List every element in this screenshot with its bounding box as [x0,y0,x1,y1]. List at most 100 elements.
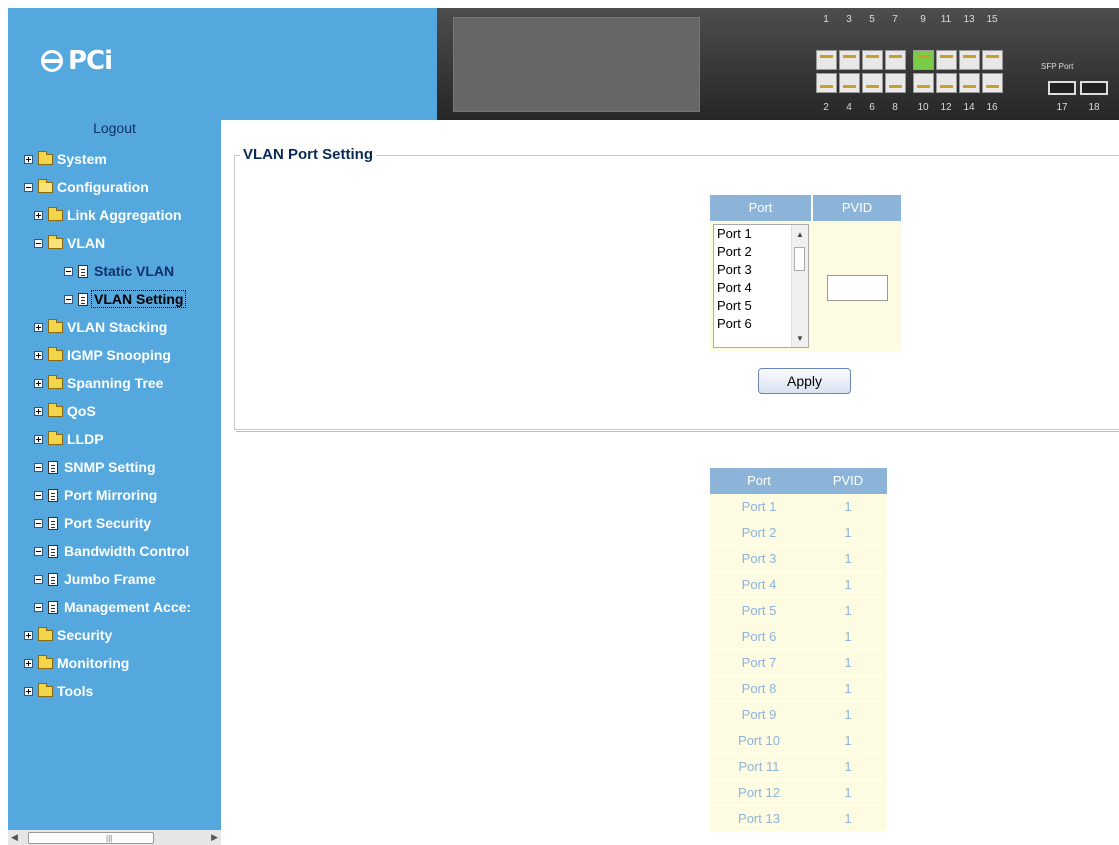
tree-item-monitoring[interactable]: Monitoring [24,652,129,674]
port-number-label: 4 [846,102,852,113]
folder-icon [48,206,63,221]
ethernet-port-icon [816,73,837,93]
tree-item-spanning-tree[interactable]: Spanning Tree [34,372,163,394]
expand-icon[interactable] [34,210,43,220]
port-led [917,55,930,58]
tree-item-qos[interactable]: QoS [34,400,96,422]
tree-item-label: System [57,151,107,167]
tree-item-configuration[interactable]: Configuration [24,176,149,198]
pvid-input[interactable] [827,275,888,301]
port-cell: Port 3 [741,551,777,566]
port-cell: Port 6 [741,629,777,644]
tree-item-system[interactable]: System [24,148,107,170]
port-cell: Port 12 [738,785,780,800]
pvid-cell: 1 [844,525,852,540]
tree-item-label: IGMP Snooping [67,347,171,363]
port-cell: Port 10 [738,733,780,748]
expand-icon[interactable] [34,350,43,360]
sfp-port-icon [1080,81,1108,95]
tree-item-label: SNMP Setting [64,459,156,475]
collapse-icon[interactable] [34,462,43,472]
sidebar-horizontal-scrollbar[interactable]: ◀ ||| ▶ [8,830,221,845]
folder-icon [38,682,53,697]
tree-item-igmp-snooping[interactable]: IGMP Snooping [34,344,171,366]
scroll-left-arrow-icon[interactable]: ◀ [11,832,18,843]
collapse-icon[interactable] [34,238,43,248]
collapse-icon[interactable] [34,602,43,612]
expand-icon[interactable] [34,322,43,332]
port-number-label: 12 [940,102,952,113]
vlan-port-setting-group [234,155,1119,430]
collapse-icon[interactable] [34,490,43,500]
port-number-label: 9 [920,14,926,25]
scroll-up-arrow-icon[interactable]: ▲ [796,230,804,239]
expand-icon[interactable] [34,378,43,388]
tree-item-jumbo-frame[interactable]: Jumbo Frame [34,568,156,590]
expand-icon[interactable] [24,686,33,696]
apply-button[interactable]: Apply [758,368,851,394]
port-number-label: 13 [963,14,975,25]
port-led [940,85,953,88]
collapse-icon[interactable] [34,518,43,528]
tree-item-port-security[interactable]: Port Security [34,512,151,534]
pvid-cell: 1 [844,785,852,800]
tree-item-snmp-setting[interactable]: SNMP Setting [34,456,156,478]
tree-item-label: Port Mirroring [64,487,158,503]
collapse-icon[interactable] [64,294,73,304]
tree-item-lldp[interactable]: LLDP [34,428,104,450]
tree-item-tools[interactable]: Tools [24,680,93,702]
port-led [963,85,976,88]
expand-icon[interactable] [34,406,43,416]
port-list-scrollbar[interactable]: ▲ ▼ [791,225,808,347]
expand-icon[interactable] [24,630,33,640]
pvid-cell: 1 [844,655,852,670]
section-title: VLAN Port Setting [240,146,376,163]
tree-item-management-acce[interactable]: Management Acce: [34,596,191,618]
folder-icon [38,626,53,641]
form-pvid-header: PVID [813,195,901,221]
expand-icon[interactable] [34,434,43,444]
scroll-down-arrow-icon[interactable]: ▼ [796,334,804,343]
tree-item-vlan[interactable]: VLAN [34,232,105,254]
table-row: Port 11 1 [710,754,887,780]
tree-item-bandwidth-control[interactable]: Bandwidth Control [34,540,189,562]
table-row: Port 2 1 [710,520,887,546]
page-icon [48,600,58,614]
folder-icon [48,318,63,333]
ethernet-port-icon [885,73,906,93]
port-number-label: 2 [823,102,829,113]
collapse-icon[interactable] [24,182,33,192]
scrollbar-thumb[interactable]: ||| [28,832,154,844]
collapse-icon[interactable] [34,574,43,584]
tree-item-vlan-stacking[interactable]: VLAN Stacking [34,316,167,338]
tree-item-link-aggregation[interactable]: Link Aggregation [34,204,182,226]
tree-item-vlan-setting[interactable]: VLAN Setting [64,288,187,310]
collapse-icon[interactable] [34,546,43,556]
logout-link[interactable]: Logout [8,120,221,136]
expand-icon[interactable] [24,658,33,668]
ethernet-port-icon [839,73,860,93]
expand-icon[interactable] [24,154,33,164]
folder-icon [38,150,53,165]
tree-item-port-mirroring[interactable]: Port Mirroring [34,484,157,506]
tree-item-static-vlan[interactable]: Static VLAN [64,260,174,282]
port-led [986,55,999,58]
pvid-cell: 1 [844,707,852,722]
logo-globe-icon [41,50,63,72]
port-cell: Port 8 [741,681,777,696]
tree-item-label: Management Acce: [64,599,192,615]
tree-item-label: LLDP [67,431,104,447]
ethernet-port-icon [982,50,1003,70]
scroll-right-arrow-icon[interactable]: ▶ [211,832,218,843]
port-cell: Port 5 [741,603,777,618]
port-select-list[interactable]: Port 1 Port 2 Port 3 Port 4 Port 5 Port 6 ▲ ▼ [713,224,809,348]
table-row: Port 13 1 [710,806,887,832]
port-number-label: 5 [869,14,875,25]
collapse-icon[interactable] [64,266,73,276]
tree-item-security[interactable]: Security [24,624,112,646]
port-cell: Port 7 [741,655,777,670]
folder-icon [48,430,63,445]
panel-display [453,17,700,112]
pvid-cell: 1 [844,811,852,826]
scrollbar-thumb[interactable] [794,247,805,271]
